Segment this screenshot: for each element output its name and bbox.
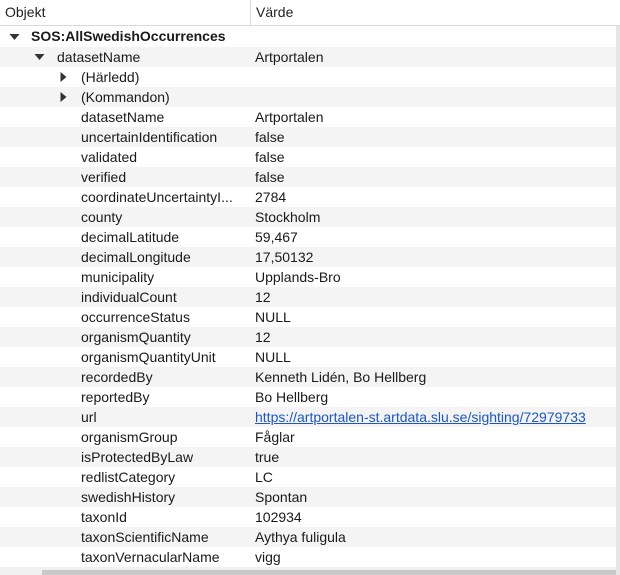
property-value: vigg: [255, 549, 281, 565]
tree-group-row-kommandon[interactable]: (Kommandon): [0, 87, 616, 107]
property-value: Kenneth Lidén, Bo Hellberg: [255, 369, 427, 385]
property-value: false: [255, 149, 285, 165]
property-row-validated[interactable]: validated false: [0, 147, 616, 167]
property-name: taxonScientificName: [81, 529, 209, 545]
property-value: NULL: [255, 309, 291, 325]
property-row-taxonid[interactable]: taxonId 102934: [0, 507, 616, 527]
property-value: 12: [255, 329, 271, 345]
property-name: datasetName: [81, 109, 165, 125]
dataset-row[interactable]: datasetName Artportalen: [0, 47, 616, 67]
expand-down-icon[interactable]: [34, 47, 46, 67]
property-row-isprotectedbylaw[interactable]: isProtectedByLaw true: [0, 447, 616, 467]
property-row-taxonscientificname[interactable]: taxonScientificName Aythya fuligula: [0, 527, 616, 547]
property-name: uncertainIdentification: [81, 129, 218, 145]
property-value: Aythya fuligula: [255, 529, 346, 545]
property-name: isProtectedByLaw: [81, 449, 194, 465]
property-name: recordedBy: [81, 369, 153, 385]
dataset-value: Artportalen: [255, 49, 324, 65]
property-row-occurrencestatus[interactable]: occurrenceStatus NULL: [0, 307, 616, 327]
property-row-individualcount[interactable]: individualCount 12: [0, 287, 616, 307]
vertical-scrollbar[interactable]: [616, 26, 620, 575]
property-name: reportedBy: [81, 389, 150, 405]
column-header-object[interactable]: Objekt: [0, 0, 251, 25]
property-name: coordinateUncertaintyI...: [81, 189, 233, 205]
group-label: (Härledd): [81, 69, 140, 85]
property-value: 102934: [255, 509, 302, 525]
property-name: occurrenceStatus: [81, 309, 190, 325]
property-row-recordedby[interactable]: recordedBy Kenneth Lidén, Bo Hellberg: [0, 367, 616, 387]
property-value: Upplands-Bro: [255, 269, 341, 285]
property-name: validated: [81, 149, 138, 165]
property-row-datasetname[interactable]: datasetName Artportalen: [0, 107, 616, 127]
property-value: 59,467: [255, 229, 298, 245]
group-label: (Kommandon): [81, 89, 170, 105]
horizontal-scrollbar[interactable]: [0, 567, 616, 575]
property-row-municipality[interactable]: municipality Upplands-Bro: [0, 267, 616, 287]
property-row-organismquantity[interactable]: organismQuantity 12: [0, 327, 616, 347]
property-name: decimalLatitude: [81, 229, 180, 245]
dataset-name-label: datasetName: [57, 49, 141, 65]
property-value: LC: [255, 469, 273, 485]
property-name: individualCount: [81, 289, 177, 305]
property-name: organismQuantity: [81, 329, 191, 345]
property-name: verified: [81, 169, 127, 185]
property-value: 17,50132: [255, 249, 314, 265]
column-header: Objekt Värde: [0, 0, 620, 26]
property-row-organismquantityunit[interactable]: organismQuantityUnit NULL: [0, 347, 616, 367]
expand-down-icon[interactable]: [9, 26, 21, 47]
property-row-organismgroup[interactable]: organismGroup Fåglar: [0, 427, 616, 447]
property-value: 12: [255, 289, 271, 305]
horizontal-scrollbar-thumb[interactable]: [42, 570, 616, 575]
property-name: redlistCategory: [81, 469, 176, 485]
property-name: swedishHistory: [81, 489, 176, 505]
root-label: SOS:AllSwedishOccurrences: [31, 28, 226, 44]
tree-root-row[interactable]: SOS:AllSwedishOccurrences: [0, 26, 616, 47]
property-row-url[interactable]: url https://artportalen-st.artdata.slu.se…: [0, 407, 616, 427]
property-name: county: [81, 209, 123, 225]
property-value: Spontan: [255, 489, 308, 505]
property-value: false: [255, 169, 285, 185]
property-name: decimalLongitude: [81, 249, 191, 265]
property-name: url: [81, 409, 97, 425]
property-row-taxonvernacularname[interactable]: taxonVernacularName vigg: [0, 547, 616, 567]
property-row-uncertainidentification[interactable]: uncertainIdentification false: [0, 127, 616, 147]
property-name: municipality: [81, 269, 155, 285]
property-name: taxonVernacularName: [81, 549, 220, 565]
property-name: organismQuantityUnit: [81, 349, 216, 365]
property-value: NULL: [255, 349, 291, 365]
property-value: Stockholm: [255, 209, 321, 225]
property-row-county[interactable]: county Stockholm: [0, 207, 616, 227]
property-row-decimallongitude[interactable]: decimalLongitude 17,50132: [0, 247, 616, 267]
expand-right-icon[interactable]: [60, 87, 72, 107]
property-row-swedishhistory[interactable]: swedishHistory Spontan: [0, 487, 616, 507]
property-row-reportedby[interactable]: reportedBy Bo Hellberg: [0, 387, 616, 407]
property-tree: SOS:AllSwedishOccurrences datasetName Ar…: [0, 26, 616, 567]
property-row-redlistcategory[interactable]: redlistCategory LC: [0, 467, 616, 487]
property-name: taxonId: [81, 509, 127, 525]
property-value: false: [255, 129, 285, 145]
tree-group-row-h-rledd[interactable]: (Härledd): [0, 67, 616, 87]
property-value: true: [255, 449, 280, 465]
property-value: Artportalen: [255, 109, 324, 125]
property-name: organismGroup: [81, 429, 178, 445]
property-value: 2784: [255, 189, 287, 205]
column-header-value[interactable]: Värde: [251, 0, 620, 25]
property-row-coordinateuncertaintyi[interactable]: coordinateUncertaintyI... 2784: [0, 187, 616, 207]
expand-right-icon[interactable]: [60, 67, 72, 87]
property-row-verified[interactable]: verified false: [0, 167, 616, 187]
property-value: https://artportalen-st.artdata.slu.se/si…: [255, 407, 586, 427]
property-row-decimallatitude[interactable]: decimalLatitude 59,467: [0, 227, 616, 247]
property-value: Fåglar: [255, 429, 295, 445]
sighting-link[interactable]: https://artportalen-st.artdata.slu.se/si…: [255, 409, 586, 425]
property-value: Bo Hellberg: [255, 389, 329, 405]
